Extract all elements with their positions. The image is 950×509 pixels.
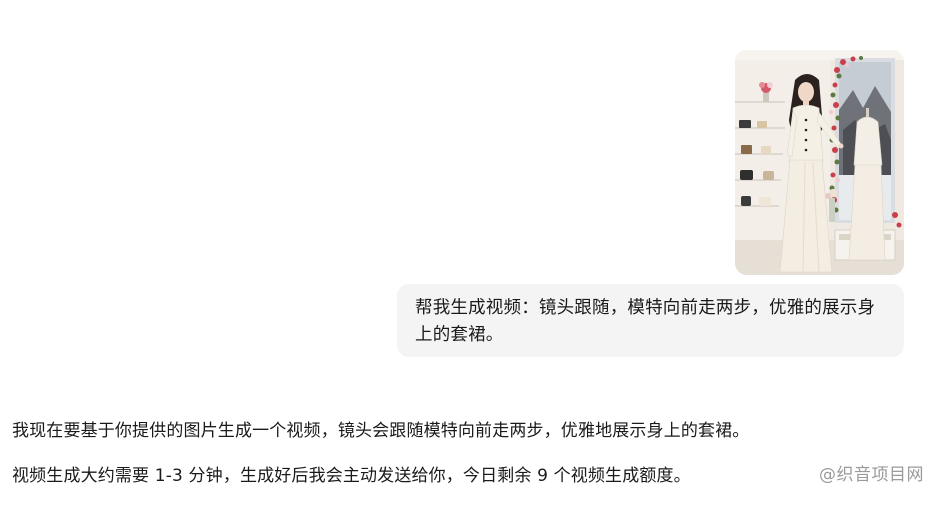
watermark-text: @织音项目网 (819, 465, 924, 485)
chat-thread: 帮我生成视频：镜头跟随，模特向前走两步，优雅的展示身上的套裙。 我现在要基于你提… (0, 0, 950, 509)
user-message-bubble: 帮我生成视频：镜头跟随，模特向前走两步，优雅的展示身上的套裙。 (397, 284, 904, 357)
assistant-message: 我现在要基于你提供的图片生成一个视频，镜头会跟随模特向前走两步，优雅地展示身上的… (12, 417, 812, 490)
boutique-photo (735, 50, 904, 275)
user-message-text: 帮我生成视频：镜头跟随，模特向前走两步，优雅的展示身上的套裙。 (415, 298, 876, 345)
user-uploaded-image[interactable] (735, 50, 904, 275)
assistant-message-line: 我现在要基于你提供的图片生成一个视频，镜头会跟随模特向前走两步，优雅地展示身上的… (12, 421, 750, 441)
assistant-message-line: 视频生成大约需要 1-3 分钟，生成好后我会主动发送给你，今日剩余 9 个视频生… (12, 466, 691, 486)
